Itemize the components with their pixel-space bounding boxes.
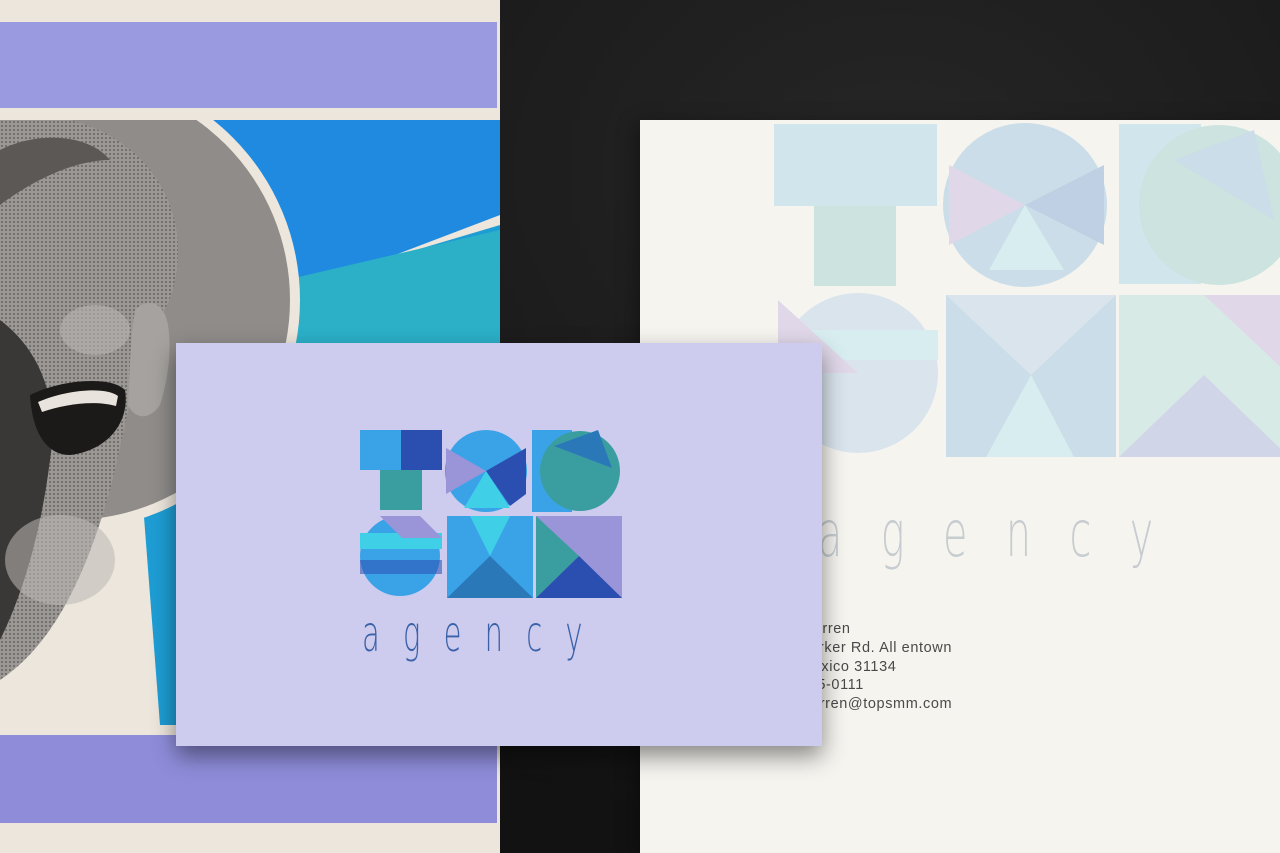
- card-tagline: agency: [362, 605, 606, 663]
- contact-block: Warren Parker Rd. All entown Mexico 3113…: [800, 620, 952, 714]
- letterhead-tagline: agency: [818, 498, 1192, 572]
- contact-city: Mexico 31134: [800, 658, 897, 675]
- contact-phone: 555-0111: [800, 677, 864, 694]
- contact-street: Parker Rd. All entown: [800, 639, 953, 656]
- contact-name: Warren: [800, 621, 851, 637]
- letterhead-topsmm-logo: [774, 123, 1280, 457]
- contact-email: warren@topsmm.com: [800, 696, 953, 713]
- card-topsmm-logo: [360, 430, 622, 598]
- poster-top-band: [0, 22, 497, 108]
- mockup-scene: agency Warren Parker Rd. All entown Mexi…: [0, 0, 1280, 853]
- business-card: agency: [176, 343, 822, 746]
- poster-bottom-band: [0, 735, 497, 823]
